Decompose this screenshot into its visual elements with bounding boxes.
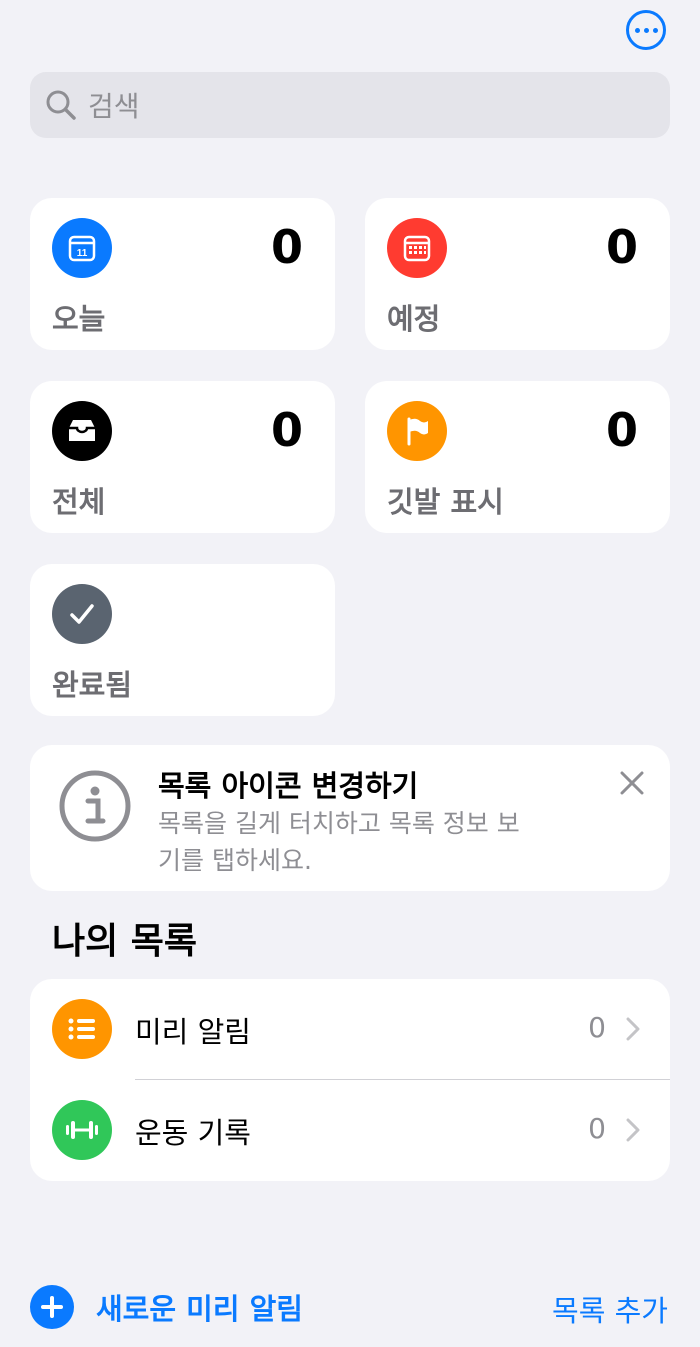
smart-list-flagged[interactable]: 0 깃발 표시 (365, 381, 670, 533)
list-item-reminders[interactable]: 미리 알림 0 (30, 979, 670, 1080)
search-placeholder: 검색 (88, 90, 140, 123)
tip-title: 목록 아이콘 변경하기 (158, 769, 419, 803)
list-name: 운동 기록 (135, 1116, 251, 1150)
scheduled-count: 0 (605, 220, 638, 274)
list-name: 미리 알림 (135, 1015, 251, 1049)
new-reminder-label: 새로운 미리 알림 (96, 1292, 303, 1326)
smart-list-today[interactable]: 11 0 오늘 (30, 198, 335, 350)
ellipsis-dot (643, 27, 649, 33)
my-lists-heading: 나의 목록 (52, 921, 198, 962)
completed-label: 완료됨 (52, 668, 133, 702)
calendar-scheduled-icon (387, 218, 447, 278)
my-lists-group: 미리 알림 0 운동 기록 0 (30, 979, 670, 1181)
new-reminder-button[interactable]: 새로운 미리 알림 (30, 1285, 303, 1329)
svg-text:11: 11 (77, 248, 88, 259)
calendar-today-icon: 11 (52, 218, 112, 278)
flag-icon (387, 401, 447, 461)
add-list-button[interactable]: 목록 추가 (552, 1288, 668, 1330)
search-icon (46, 90, 76, 120)
plus-circle-icon (30, 1285, 74, 1329)
all-count: 0 (270, 403, 303, 457)
list-count: 0 (588, 1112, 606, 1145)
ellipsis-dot (634, 27, 640, 33)
list-bullet-icon (52, 999, 112, 1059)
chevron-right-icon (626, 1118, 640, 1142)
flagged-count: 0 (605, 403, 638, 457)
chevron-right-icon (626, 1017, 640, 1041)
flagged-label: 깃발 표시 (387, 485, 504, 519)
more-options-button[interactable] (626, 10, 666, 50)
smart-list-all[interactable]: 0 전체 (30, 381, 335, 533)
list-count: 0 (588, 1011, 606, 1044)
tip-card: 목록 아이콘 변경하기 목록을 길게 터치하고 목록 정보 보기를 탭하세요. (30, 745, 670, 891)
tray-icon (52, 401, 112, 461)
close-icon[interactable] (618, 769, 646, 797)
all-label: 전체 (52, 485, 106, 519)
today-label: 오늘 (52, 302, 106, 336)
list-item-workout[interactable]: 운동 기록 0 (30, 1080, 670, 1181)
smart-list-scheduled[interactable]: 0 예정 (365, 198, 670, 350)
tip-body: 목록을 길게 터치하고 목록 정보 보기를 탭하세요. (158, 809, 520, 875)
info-circle-icon (59, 770, 131, 842)
dumbbell-icon (52, 1100, 112, 1160)
scheduled-label: 예정 (387, 302, 441, 336)
ellipsis-dot (652, 27, 658, 33)
checkmark-icon (52, 584, 112, 644)
today-count: 0 (270, 220, 303, 274)
search-input[interactable]: 검색 (30, 72, 670, 138)
smart-list-completed[interactable]: 완료됨 (30, 564, 335, 716)
